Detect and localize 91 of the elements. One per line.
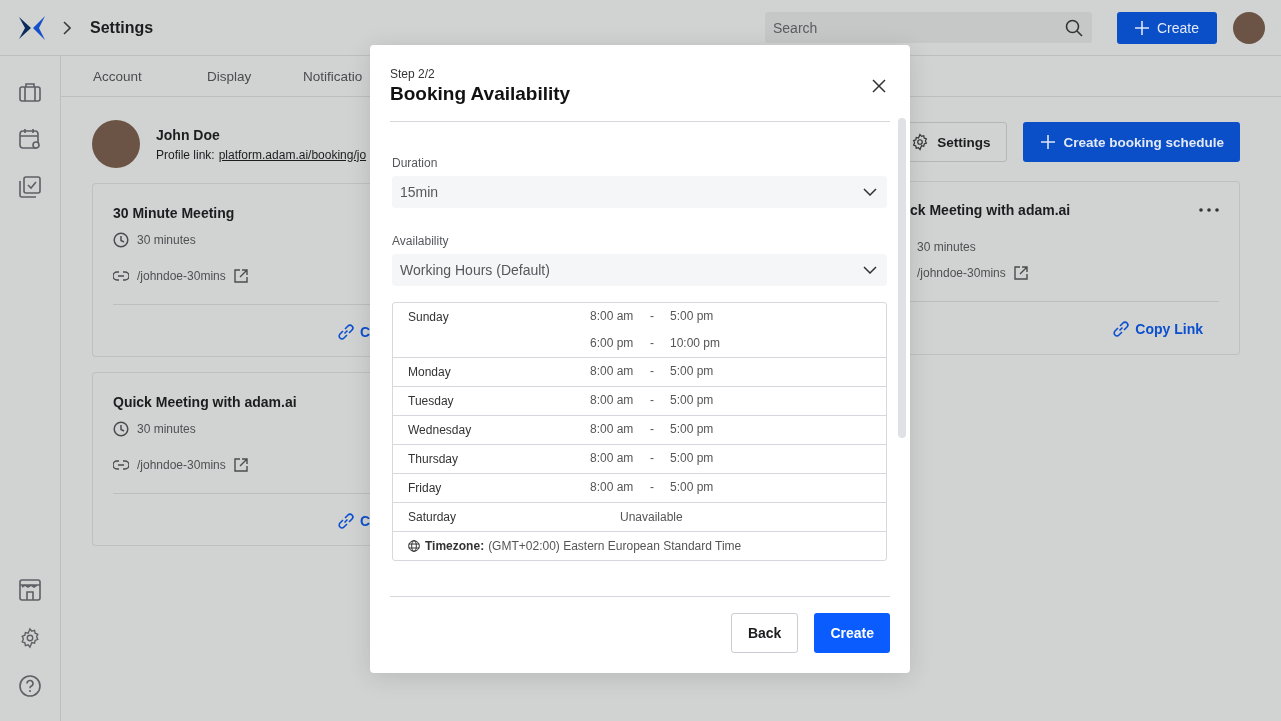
meeting-slug: /johndoe-30mins: [137, 269, 226, 283]
back-button[interactable]: Back: [730, 613, 799, 653]
gear-icon: [911, 133, 930, 151]
chevron-right-icon: [63, 20, 71, 35]
day-name: Wednesday: [408, 422, 473, 439]
end-time: 5:00 pm: [670, 363, 715, 380]
start-time: 6:00 pm: [590, 335, 635, 352]
meeting-slug: /johndoe-30mins: [137, 458, 226, 472]
time-separator: -: [650, 479, 655, 496]
briefcase-icon[interactable]: [19, 82, 41, 102]
store-icon[interactable]: [19, 579, 41, 601]
clock-icon: [113, 421, 129, 437]
settings-tab[interactable]: Notificatio: [303, 56, 363, 96]
time-separator: -: [650, 363, 655, 380]
meeting-duration: 30 minutes: [137, 233, 196, 247]
copy-link-button[interactable]: C: [335, 322, 370, 342]
link-icon: [113, 271, 129, 281]
meeting-title: 30 Minute Meeting: [113, 205, 236, 221]
close-icon[interactable]: [872, 79, 886, 93]
end-time: 5:00 pm: [670, 450, 715, 467]
end-time: 10:00 pm: [670, 335, 722, 352]
copy-link-button[interactable]: C: [335, 511, 370, 531]
search-field[interactable]: Search: [764, 12, 1092, 43]
end-time: 5:00 pm: [670, 392, 715, 409]
chevron-down-icon: [863, 188, 877, 196]
calendar-icon[interactable]: [19, 128, 41, 150]
time-separator: -: [650, 392, 655, 409]
timezone-label: Timezone:: [425, 539, 485, 553]
time-separator: -: [650, 421, 655, 438]
field-label: Duration: [392, 156, 439, 170]
day-name: Monday: [408, 364, 452, 381]
page-title: Settings: [90, 18, 154, 37]
profile-link[interactable]: platform.adam.ai/booking/jo: [218, 147, 367, 162]
settings-icon[interactable]: [19, 627, 41, 649]
link-icon: [335, 322, 356, 342]
create-button[interactable]: Create: [814, 613, 890, 653]
plus-icon: [1041, 135, 1056, 149]
unavailable-status: Unavailable: [620, 509, 683, 526]
profile-name: John Doe: [156, 126, 221, 143]
time-separator: -: [650, 335, 655, 352]
create-button[interactable]: Create: [1116, 11, 1217, 44]
settings-tab[interactable]: Display: [207, 56, 303, 96]
profile-photo-placeholder: [92, 120, 140, 168]
user-avatar[interactable]: [1233, 11, 1265, 44]
end-time: 5:00 pm: [670, 421, 715, 438]
meeting-slug: /johndoe-30mins: [917, 266, 1006, 280]
day-name: Thursday: [408, 451, 460, 468]
create-booking-schedule-button[interactable]: Create booking schedule: [1023, 122, 1240, 162]
day-name: Friday: [408, 480, 443, 497]
field-label: Availability: [392, 234, 450, 248]
checklist-icon[interactable]: [19, 176, 41, 198]
settings-tab[interactable]: Account: [93, 56, 207, 96]
profile-link-label: Profile link:: [156, 147, 215, 162]
time-separator: -: [650, 450, 655, 467]
plus-icon: [1134, 20, 1149, 35]
timezone-value: (GMT+02:00) Eastern European Standard Time: [488, 539, 742, 553]
dialog-title: Booking Availability: [390, 83, 571, 105]
start-time: 8:00 am: [590, 479, 635, 496]
chevron-down-icon: [863, 266, 877, 274]
copy-link-button[interactable]: Copy Link: [1111, 319, 1203, 339]
search-icon[interactable]: [1064, 19, 1083, 37]
link-icon: [335, 511, 356, 531]
day-name: Saturday: [408, 509, 458, 526]
scrollbar[interactable]: [898, 118, 906, 438]
meeting-duration: 30 minutes: [917, 240, 976, 254]
clock-icon: [113, 232, 129, 248]
logo-icon[interactable]: [18, 14, 46, 41]
link-icon: [1111, 319, 1132, 339]
start-time: 8:00 am: [590, 363, 635, 380]
external-link-icon[interactable]: [233, 269, 248, 283]
more-options-icon[interactable]: [1199, 208, 1219, 212]
start-time: 8:00 am: [590, 421, 635, 438]
time-separator: -: [650, 308, 655, 325]
globe-icon: [408, 540, 420, 552]
meeting-title: Quick Meeting with adam.ai: [113, 394, 298, 410]
external-link-icon[interactable]: [233, 458, 248, 472]
start-time: 8:00 am: [590, 308, 635, 325]
start-time: 8:00 am: [590, 450, 635, 467]
day-name: Sunday: [408, 309, 450, 326]
external-link-icon[interactable]: [1013, 266, 1028, 280]
meeting-duration: 30 minutes: [137, 422, 196, 436]
start-time: 8:00 am: [590, 392, 635, 409]
help-icon[interactable]: [19, 675, 41, 697]
link-icon: [113, 460, 129, 470]
availability-dropdown[interactable]: Working Hours (Default): [392, 254, 887, 286]
duration-dropdown[interactable]: 15min: [392, 176, 887, 208]
day-name: Tuesday: [408, 393, 455, 410]
end-time: 5:00 pm: [670, 308, 715, 325]
end-time: 5:00 pm: [670, 479, 715, 496]
meeting-title: ck Meeting with adam.ai: [910, 202, 1071, 218]
step-indicator: Step 2/2: [390, 67, 436, 81]
